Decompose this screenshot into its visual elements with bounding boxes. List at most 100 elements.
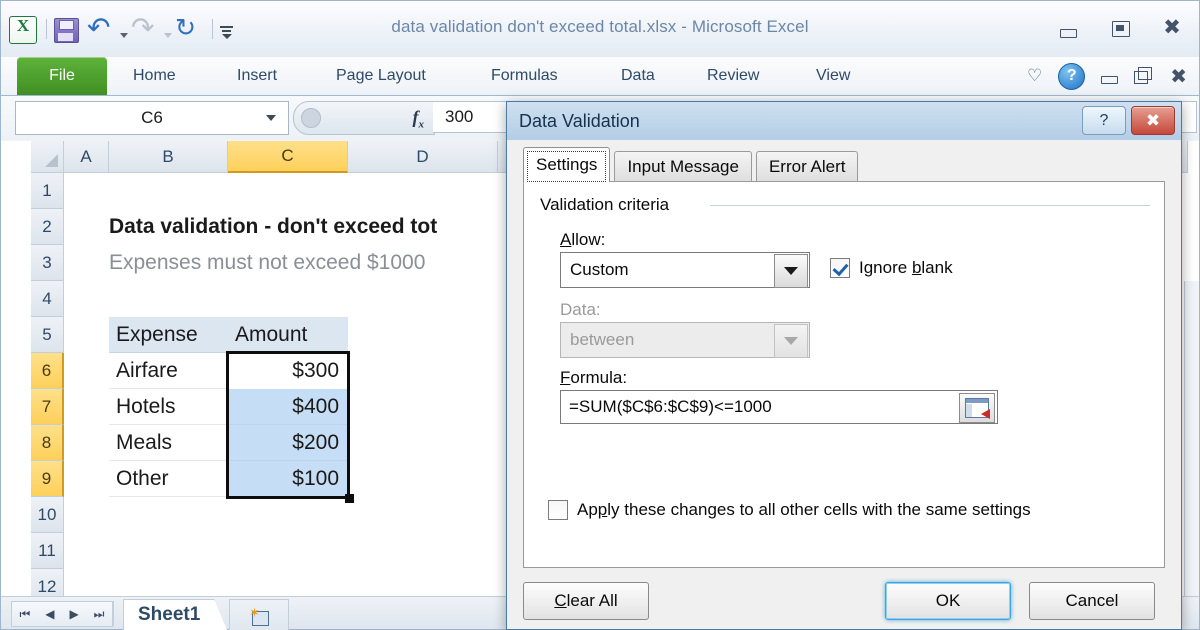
restore-workbook-icon[interactable] — [1134, 67, 1154, 85]
window-restore-icon[interactable] — [1107, 17, 1133, 39]
cell-b2-title[interactable]: Data validation - don't exceed tot — [109, 209, 437, 245]
ignore-blank-label: Ignore blank — [859, 258, 953, 278]
minimize-ribbon-icon[interactable] — [1101, 68, 1118, 84]
row-header-8[interactable]: 8 — [31, 425, 64, 461]
insert-worksheet-button[interactable]: ✶ — [229, 599, 289, 630]
dialog-title-buttons: ? ✖ — [1082, 106, 1175, 135]
cell-c7-amount[interactable]: $400 — [228, 389, 348, 425]
ignore-blank-checkbox[interactable]: Ignore blank — [830, 258, 953, 278]
allow-value: Custom — [570, 260, 629, 280]
name-box[interactable]: C6 — [15, 101, 289, 135]
prev-sheet-icon[interactable]: ◀ — [45, 607, 54, 621]
vertical-scrollbar-strip[interactable] — [1184, 281, 1199, 597]
ribbon-tab-page-layout[interactable]: Page Layout — [326, 57, 436, 95]
column-header-c[interactable]: C — [228, 141, 348, 173]
ribbon-tab-file[interactable]: File — [17, 57, 107, 95]
fill-handle[interactable] — [345, 494, 354, 503]
window-controls: ✖ — [1055, 17, 1185, 39]
dialog-tab-strip: Settings Input Message Error Alert — [523, 148, 862, 182]
ribbon-tab-formulas[interactable]: Formulas — [481, 57, 568, 95]
cell-b8-expense[interactable]: Meals — [109, 425, 228, 461]
apply-all-checkbox[interactable]: Apply these changes to all other cells w… — [548, 500, 1031, 520]
formula-input-value: =SUM($C$6:$C$9)<=1000 — [569, 397, 772, 417]
allow-select[interactable]: Custom — [560, 252, 810, 288]
dialog-body: Settings Input Message Error Alert Valid… — [507, 140, 1181, 629]
row-header-5[interactable]: 5 — [31, 317, 64, 353]
tab-error-alert[interactable]: Error Alert — [756, 151, 859, 182]
tab-settings[interactable]: Settings — [523, 147, 610, 182]
title-bar: ↶ ↷ ↻ data validation don't exceed total… — [1, 1, 1199, 57]
group-separator-line — [710, 205, 1150, 206]
ribbon-tab-home[interactable]: Home — [123, 57, 186, 95]
data-validation-dialog: Data Validation ? ✖ Settings Input Messa… — [506, 101, 1182, 630]
data-value: between — [570, 330, 634, 350]
ribbon-tab-view[interactable]: View — [806, 57, 860, 95]
dialog-title-bar: Data Validation ? ✖ — [507, 102, 1181, 141]
formula-input[interactable]: =SUM($C$6:$C$9)<=1000 — [560, 390, 998, 424]
help-icon[interactable]: ? — [1058, 63, 1085, 90]
dialog-help-icon[interactable]: ? — [1082, 106, 1126, 135]
close-workbook-icon[interactable]: ✖ — [1170, 64, 1187, 88]
ignore-blank-checkbox-box[interactable] — [830, 258, 850, 278]
ribbon-tab-insert[interactable]: Insert — [227, 57, 287, 95]
data-select: between — [560, 322, 810, 358]
last-sheet-icon[interactable]: ⏭ — [94, 607, 105, 622]
row-header-7[interactable]: 7 — [31, 389, 64, 425]
column-header-b[interactable]: B — [109, 141, 228, 173]
cell-c9-amount[interactable]: $100 — [228, 461, 348, 497]
allow-label: Allow: — [560, 230, 605, 250]
row-header-6[interactable]: 6 — [31, 353, 64, 389]
ok-button[interactable]: OK — [885, 582, 1011, 620]
ribbon-tab-review[interactable]: Review — [697, 57, 769, 95]
range-selector-icon[interactable] — [959, 393, 995, 423]
row-header-11[interactable]: 11 — [31, 533, 64, 569]
apply-all-checkbox-box[interactable] — [548, 500, 568, 520]
row-header-2[interactable]: 2 — [31, 209, 64, 245]
sheet-tab-sheet1[interactable]: Sheet1 — [123, 599, 215, 630]
window-minimize-icon[interactable] — [1055, 17, 1081, 39]
cell-b7-expense[interactable]: Hotels — [109, 389, 228, 425]
cell-c8-amount[interactable]: $200 — [228, 425, 348, 461]
tab-input-message[interactable]: Input Message — [614, 151, 752, 182]
formula-label: Formula: — [560, 368, 627, 388]
validation-criteria-label: Validation criteria — [540, 195, 677, 215]
cancel-button[interactable]: Cancel — [1029, 582, 1155, 620]
dialog-title: Data Validation — [519, 111, 640, 132]
next-sheet-icon[interactable]: ▶ — [69, 607, 78, 621]
row-header-1[interactable]: 1 — [31, 173, 64, 209]
formula-bar-buttons: fx — [293, 101, 435, 135]
sheet-nav-buttons[interactable]: ⏮ ◀ ▶ ⏭ — [11, 601, 113, 627]
column-header-a[interactable]: A — [64, 141, 109, 173]
cell-b6-expense[interactable]: Airfare — [109, 353, 228, 389]
cell-c5-header-amount[interactable]: Amount — [228, 317, 348, 353]
row-header-9[interactable]: 9 — [31, 461, 64, 497]
data-label: Data: — [560, 300, 601, 320]
sheet-bar-divider — [113, 601, 114, 626]
cell-b5-header-expense[interactable]: Expense — [109, 317, 228, 353]
heart-icon: ♡ — [1027, 66, 1042, 86]
dialog-close-icon[interactable]: ✖ — [1131, 106, 1175, 135]
apply-all-label: Apply these changes to all other cells w… — [577, 500, 1031, 520]
tab-focus-ring — [527, 151, 606, 182]
row-header-3[interactable]: 3 — [31, 245, 64, 281]
expand-formula-bar-icon[interactable] — [301, 108, 321, 128]
row-header-4[interactable]: 4 — [31, 281, 64, 317]
row-header-10[interactable]: 10 — [31, 497, 64, 533]
window-close-icon[interactable]: ✖ — [1159, 17, 1185, 39]
insert-function-icon[interactable]: fx — [413, 107, 425, 131]
cell-c6-amount[interactable]: $300 — [228, 353, 348, 389]
settings-panel: Validation criteria Allow: Custom Ignore… — [523, 181, 1165, 568]
column-header-d[interactable]: D — [348, 141, 498, 173]
ribbon-tab-data[interactable]: Data — [611, 57, 665, 95]
insert-worksheet-icon: ✶ — [249, 607, 269, 624]
name-box-chevron-down-icon[interactable] — [266, 115, 276, 121]
clear-all-button[interactable]: Clear All — [523, 582, 649, 620]
excel-application-window: ↶ ↷ ↻ data validation don't exceed total… — [0, 0, 1200, 630]
ribbon-right-controls: ♡ ? ✖ — [1027, 57, 1187, 95]
cell-b3-subtitle[interactable]: Expenses must not exceed $1000 — [109, 245, 425, 281]
first-sheet-icon[interactable]: ⏮ — [19, 607, 30, 622]
select-all-corner[interactable] — [31, 141, 64, 173]
clear-all-label: Clear All — [554, 591, 617, 611]
cell-b9-expense[interactable]: Other — [109, 461, 228, 497]
allow-chevron-down-icon[interactable] — [774, 254, 808, 288]
